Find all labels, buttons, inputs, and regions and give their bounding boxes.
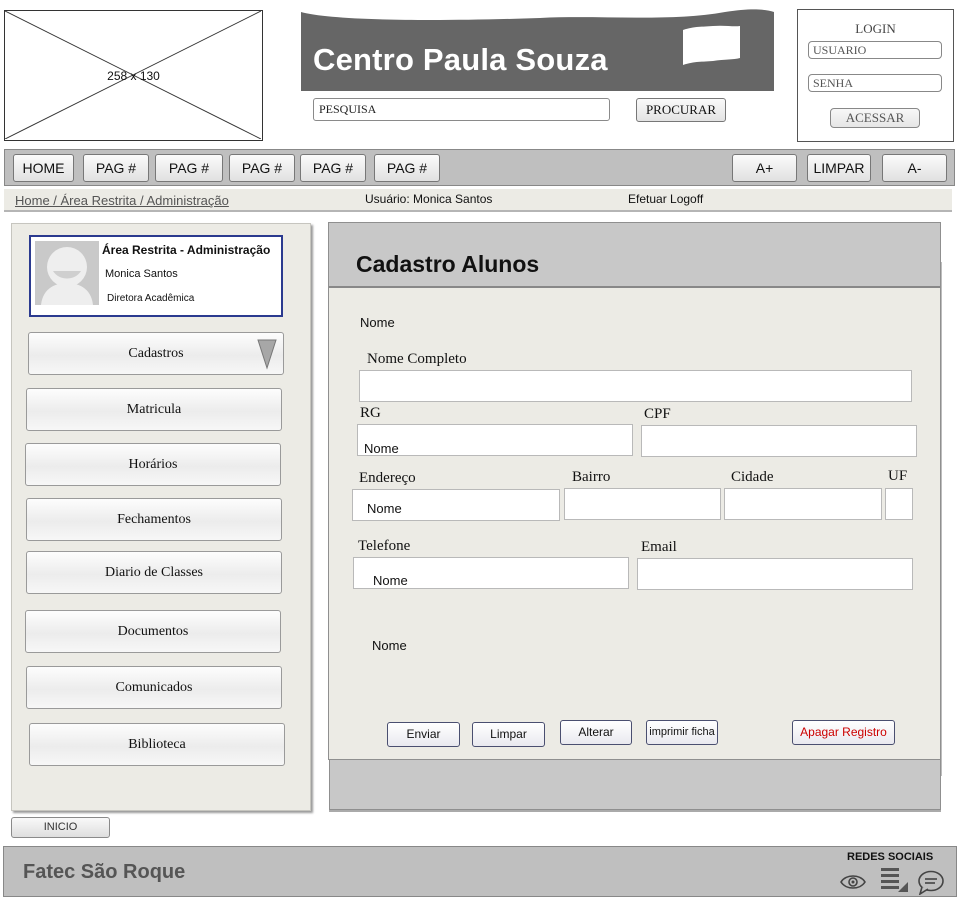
sidebar-item-diario[interactable]: Diario de Classes <box>26 551 282 594</box>
font-decrease-button[interactable]: A- <box>882 154 947 182</box>
district-input[interactable] <box>564 488 721 520</box>
extra-name-label: Nome <box>372 638 407 653</box>
profile-card: Área Restrita - Administração Monica San… <box>29 235 283 317</box>
form-title: Cadastro Alunos <box>356 251 540 277</box>
city-label: Cidade <box>731 469 774 485</box>
form-footer <box>329 759 941 810</box>
social-label: REDES SOCIAIS <box>847 851 934 863</box>
district-label: Bairro <box>572 469 611 485</box>
nav-page-5[interactable]: PAG # <box>374 154 440 182</box>
profile-role: Diretora Acadêmica <box>107 293 195 304</box>
inicio-button[interactable]: INICIO <box>11 817 110 838</box>
nav-page-2[interactable]: PAG # <box>155 154 223 182</box>
login-panel: LOGIN USUARIO SENHA ACESSAR <box>797 9 954 142</box>
address-value: Nome <box>367 501 402 516</box>
footer-title: Fatec São Roque <box>23 861 186 883</box>
breadcrumb-bar: Home / Área Restrita / Administração Usu… <box>4 189 952 212</box>
banner-title: Centro Paula Souza <box>313 42 608 77</box>
city-input[interactable] <box>724 488 882 520</box>
breadcrumb[interactable]: Home / Área Restrita / Administração <box>15 193 229 208</box>
rg-value: Nome <box>364 441 399 456</box>
page-footer: Fatec São Roque REDES SOCIAIS <box>3 846 957 897</box>
cpf-label: CPF <box>644 406 671 422</box>
phone-input[interactable]: Nome <box>353 557 629 589</box>
eye-icon[interactable] <box>839 872 867 892</box>
search-button[interactable]: PROCURAR <box>636 98 726 122</box>
sidebar-item-matricula[interactable]: Matricula <box>26 388 282 431</box>
sidebar-item-cadastros[interactable]: Cadastros <box>28 332 284 375</box>
login-button[interactable]: ACESSAR <box>830 108 920 128</box>
profile-heading: Área Restrita - Administração <box>102 243 271 257</box>
profile-name: Monica Santos <box>105 268 178 280</box>
sidebar-item-comunicados[interactable]: Comunicados <box>26 666 282 709</box>
sidebar-item-horarios[interactable]: Horários <box>25 443 281 486</box>
user-icon <box>41 247 93 305</box>
form-clear-button[interactable]: Limpar <box>472 722 545 747</box>
send-button[interactable]: Enviar <box>387 722 460 747</box>
form-header: Cadastro Alunos <box>329 223 940 288</box>
list-icon[interactable] <box>880 866 910 894</box>
address-input[interactable]: Nome <box>352 489 560 521</box>
dropdown-triangle-icon <box>257 339 277 370</box>
sidebar-item-biblioteca[interactable]: Biblioteca <box>29 723 285 766</box>
avatar <box>35 241 99 305</box>
delete-button[interactable]: Apagar Registro <box>792 720 895 745</box>
nav-home[interactable]: HOME <box>13 154 74 182</box>
login-title: LOGIN <box>855 21 896 36</box>
current-user-label: Usuário: Monica Santos <box>365 192 493 206</box>
full-name-input[interactable] <box>359 370 912 402</box>
phone-label: Telefone <box>358 538 411 554</box>
phone-value: Nome <box>373 573 408 588</box>
main-nav: HOME PAG # PAG # PAG # PAG # PAG # A+ LI… <box>4 149 955 186</box>
edit-button[interactable]: Alterar <box>560 720 632 745</box>
sidebar: Área Restrita - Administração Monica San… <box>11 223 311 811</box>
nav-page-1[interactable]: PAG # <box>83 154 149 182</box>
logo-placeholder: 258 x 130 <box>4 10 263 141</box>
logoff-link[interactable]: Efetuar Logoff <box>628 192 703 206</box>
password-field[interactable]: SENHA <box>808 74 942 92</box>
state-input[interactable] <box>885 488 913 520</box>
email-input[interactable] <box>637 558 913 590</box>
search-input[interactable]: PESQUISA <box>313 98 610 121</box>
top-name-label: Nome <box>360 315 395 330</box>
sidebar-item-fechamentos[interactable]: Fechamentos <box>26 498 282 541</box>
clear-button[interactable]: LIMPAR <box>807 154 871 182</box>
site-banner: Centro Paula Souza <box>300 8 776 92</box>
sidebar-item-documentos[interactable]: Documentos <box>25 610 281 653</box>
print-button[interactable]: imprimir ficha <box>646 720 718 745</box>
rg-input[interactable]: Nome <box>357 424 633 456</box>
sidebar-item-label: Cadastros <box>128 346 184 361</box>
placeholder-size-label: 258 x 130 <box>107 69 160 83</box>
chat-icon[interactable] <box>917 869 945 895</box>
address-label: Endereço <box>359 470 416 486</box>
nav-page-4[interactable]: PAG # <box>300 154 366 182</box>
state-label: UF <box>888 468 908 484</box>
nav-page-3[interactable]: PAG # <box>229 154 295 182</box>
cpf-input[interactable] <box>641 425 917 457</box>
font-increase-button[interactable]: A+ <box>732 154 797 182</box>
flag-icon <box>683 25 740 65</box>
username-field[interactable]: USUARIO <box>808 41 942 59</box>
rg-label: RG <box>360 405 381 421</box>
email-label: Email <box>641 539 677 555</box>
full-name-label: Nome Completo <box>367 351 467 367</box>
